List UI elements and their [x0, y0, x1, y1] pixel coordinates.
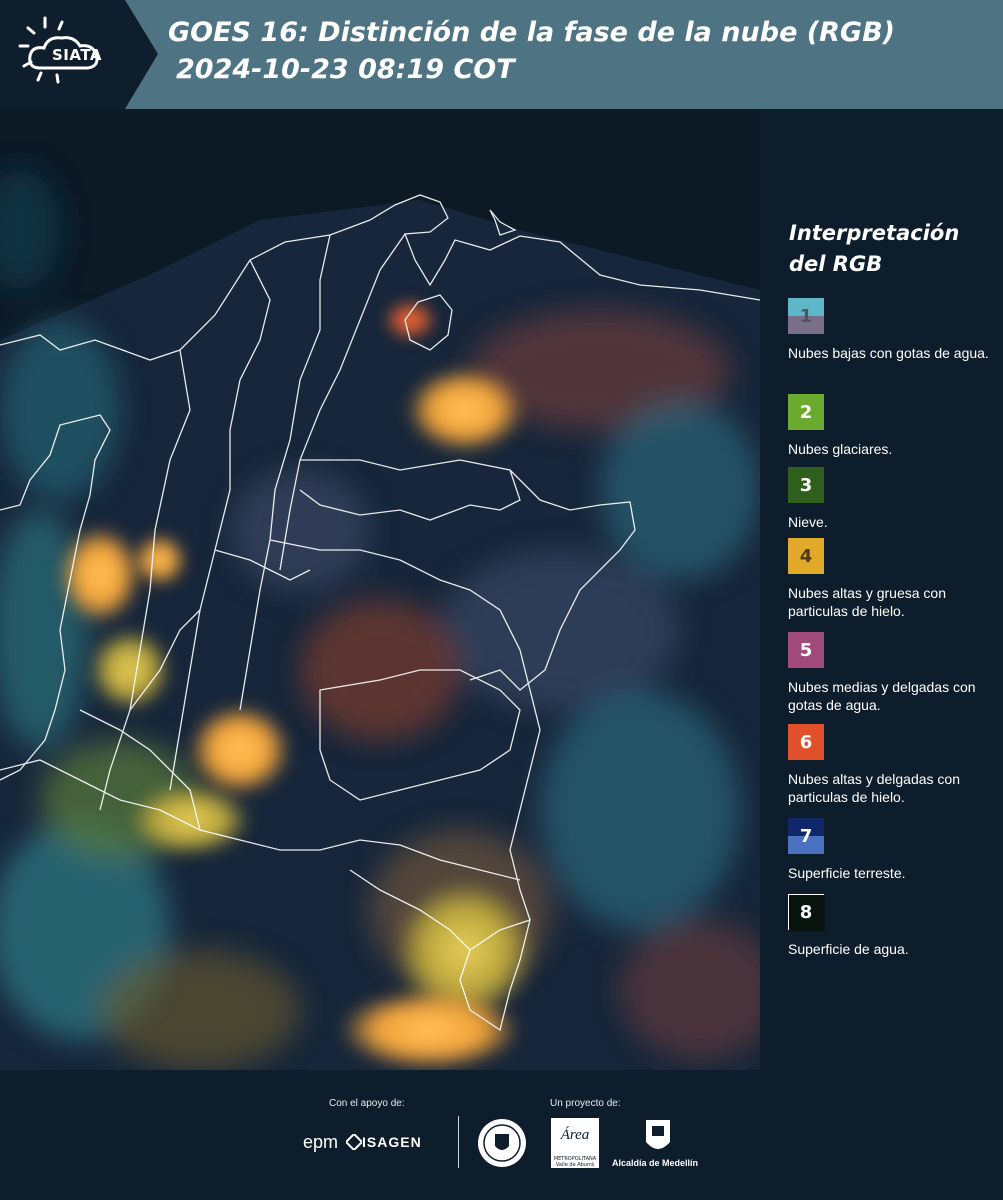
legend-item-4: 4 Nubes altas y gruesa con particulas de…	[788, 538, 1000, 620]
satellite-image	[0, 110, 760, 1070]
legend-swatch-2: 2	[788, 394, 824, 430]
legend-number: 3	[799, 474, 813, 496]
legend-item-3: 3 Nieve.	[788, 467, 1000, 531]
epm-logo: epm	[303, 1132, 339, 1152]
alcaldia-shield-icon	[646, 1120, 670, 1149]
legend-item-5: 5 Nubes medias y delgadas con gotas de a…	[788, 632, 1000, 714]
legend-number: 8	[799, 901, 813, 923]
legend-label: Nieve.	[788, 514, 828, 530]
title-line-2: 2024-10-23 08:19 COT	[176, 54, 515, 85]
legend-swatch-8: 8	[788, 894, 825, 931]
legend-number: 5	[799, 639, 813, 661]
legend-swatch-5: 5	[788, 632, 824, 668]
title-line-1: GOES 16: Distinción de la fase de la nub…	[168, 17, 895, 48]
legend-item-2: 2 Nubes glaciares.	[788, 394, 1000, 458]
project-label: Un proyecto de:	[550, 1098, 621, 1109]
isagen-logo-icon	[346, 1134, 362, 1150]
legend-label: Superficie terreste.	[788, 865, 906, 881]
satellite-map	[0, 110, 760, 1070]
legend-label: Nubes altas y delgadas con particulas de…	[788, 771, 960, 805]
legend-title: Interpretación del RGB	[789, 221, 960, 276]
legend-label: Nubes glaciares.	[788, 441, 893, 457]
legend-item-1: 1 Nubes bajas con gotas de agua.	[788, 298, 1000, 362]
legend-swatch-4: 4	[788, 538, 824, 574]
header-bar: SIATA GOES 16: Distinción de la fase de …	[0, 0, 1003, 109]
logo-text: SIATA	[52, 46, 103, 64]
legend-label: Nubes medias y delgadas con gotas de agu…	[788, 679, 976, 713]
legend-swatch-6: 6	[788, 724, 824, 760]
legend-number: 4	[799, 545, 813, 567]
siata-logo: SIATA	[0, 0, 158, 109]
legend-swatch-3: 3	[788, 467, 824, 503]
legend-number: 7	[799, 825, 813, 847]
legend-swatch-7: 7	[788, 818, 824, 854]
legend-label: Nubes altas y gruesa con particulas de h…	[788, 585, 946, 619]
alcaldia-logo-text: Alcaldía de Medellín	[612, 1158, 699, 1168]
legend-label: Nubes bajas con gotas de agua.	[788, 345, 989, 361]
legend-number: 6	[799, 731, 813, 753]
support-label: Con el apoyo de:	[329, 1098, 405, 1109]
medellin-seal-icon	[478, 1119, 526, 1167]
footer: Con el apoyo de: Un proyecto de: epm ISA…	[0, 1070, 1003, 1200]
legend-label: Superficie de agua.	[788, 941, 909, 957]
legend-panel: Interpretación del RGB 1 Nubes bajas con…	[760, 110, 1003, 1070]
area-metropolitana-subtitle: METROPOLITANA Valle de Aburrá	[553, 1156, 597, 1168]
legend-item-8: 8 Superficie de agua.	[788, 894, 1000, 958]
legend-item-7: 7 Superficie terreste.	[788, 818, 1000, 882]
footer-divider	[458, 1116, 459, 1168]
legend-swatch-1: 1	[788, 298, 824, 334]
legend-number: 1	[799, 305, 813, 327]
isagen-logo: ISAGEN	[362, 1134, 422, 1150]
page-title: GOES 16: Distinción de la fase de la nub…	[168, 14, 895, 88]
legend-item-6: 6 Nubes altas y delgadas con particulas …	[788, 724, 1000, 806]
legend-number: 2	[799, 401, 813, 423]
